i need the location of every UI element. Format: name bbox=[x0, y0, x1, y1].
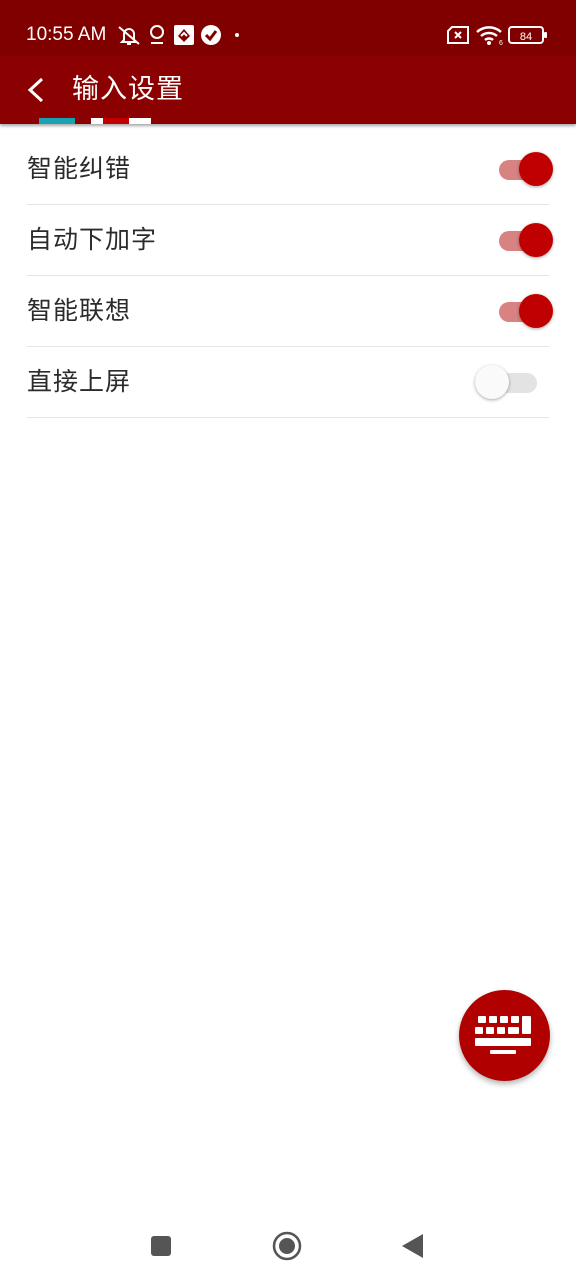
status-time: 10:55 AM bbox=[26, 24, 107, 45]
toggle-thumb bbox=[475, 365, 509, 399]
toggle-thumb bbox=[519, 152, 553, 186]
home-icon[interactable] bbox=[271, 1230, 303, 1262]
setting-label: 自动下加字 bbox=[27, 225, 158, 254]
status-bar: 10:55 AM 6 84 bbox=[0, 0, 576, 56]
navigation-bar bbox=[0, 1210, 576, 1280]
setting-row-smart-correction[interactable]: 智能纠错 bbox=[27, 134, 553, 205]
recent-apps-icon[interactable] bbox=[145, 1230, 177, 1262]
wifi-icon: 6 bbox=[476, 26, 503, 46]
smart-association-toggle[interactable] bbox=[491, 293, 553, 329]
setting-label: 智能联想 bbox=[27, 296, 132, 325]
app-bar-indicator bbox=[0, 118, 200, 126]
setting-row-direct-commit[interactable]: 直接上屏 bbox=[27, 347, 549, 418]
check-circle-icon bbox=[201, 25, 221, 45]
toggle-thumb bbox=[519, 294, 553, 328]
setting-label: 智能纠错 bbox=[27, 154, 132, 183]
setting-label: 直接上屏 bbox=[27, 367, 132, 396]
back-icon[interactable] bbox=[396, 1230, 428, 1262]
location-pin-icon bbox=[150, 25, 164, 44]
direct-commit-toggle[interactable] bbox=[475, 364, 553, 400]
setting-row-smart-association[interactable]: 智能联想 bbox=[27, 276, 553, 347]
auto-word-toggle[interactable] bbox=[491, 222, 553, 258]
keyboard-icon bbox=[475, 1016, 531, 1054]
page-title: 输入设置 bbox=[72, 74, 184, 105]
battery-icon: 84 bbox=[508, 26, 547, 44]
settings-list: 智能纠错 自动下加字 智能联想 直接上屏 bbox=[0, 134, 576, 418]
setting-row-auto-word[interactable]: 自动下加字 bbox=[27, 205, 553, 276]
svg-text:6: 6 bbox=[499, 40, 503, 46]
back-arrow-icon[interactable] bbox=[18, 70, 58, 110]
app-bar: 输入设置 bbox=[0, 56, 576, 124]
battery-level: 84 bbox=[520, 31, 532, 43]
dot-icon bbox=[235, 33, 239, 37]
smart-correction-toggle[interactable] bbox=[491, 151, 553, 187]
app-notification-icon bbox=[174, 25, 194, 45]
toggle-thumb bbox=[519, 223, 553, 257]
sim-off-icon bbox=[447, 26, 469, 44]
keyboard-fab-button[interactable] bbox=[459, 990, 550, 1081]
indicator-teal bbox=[39, 118, 75, 124]
mute-icon bbox=[118, 26, 140, 45]
indicator-red bbox=[103, 118, 129, 124]
